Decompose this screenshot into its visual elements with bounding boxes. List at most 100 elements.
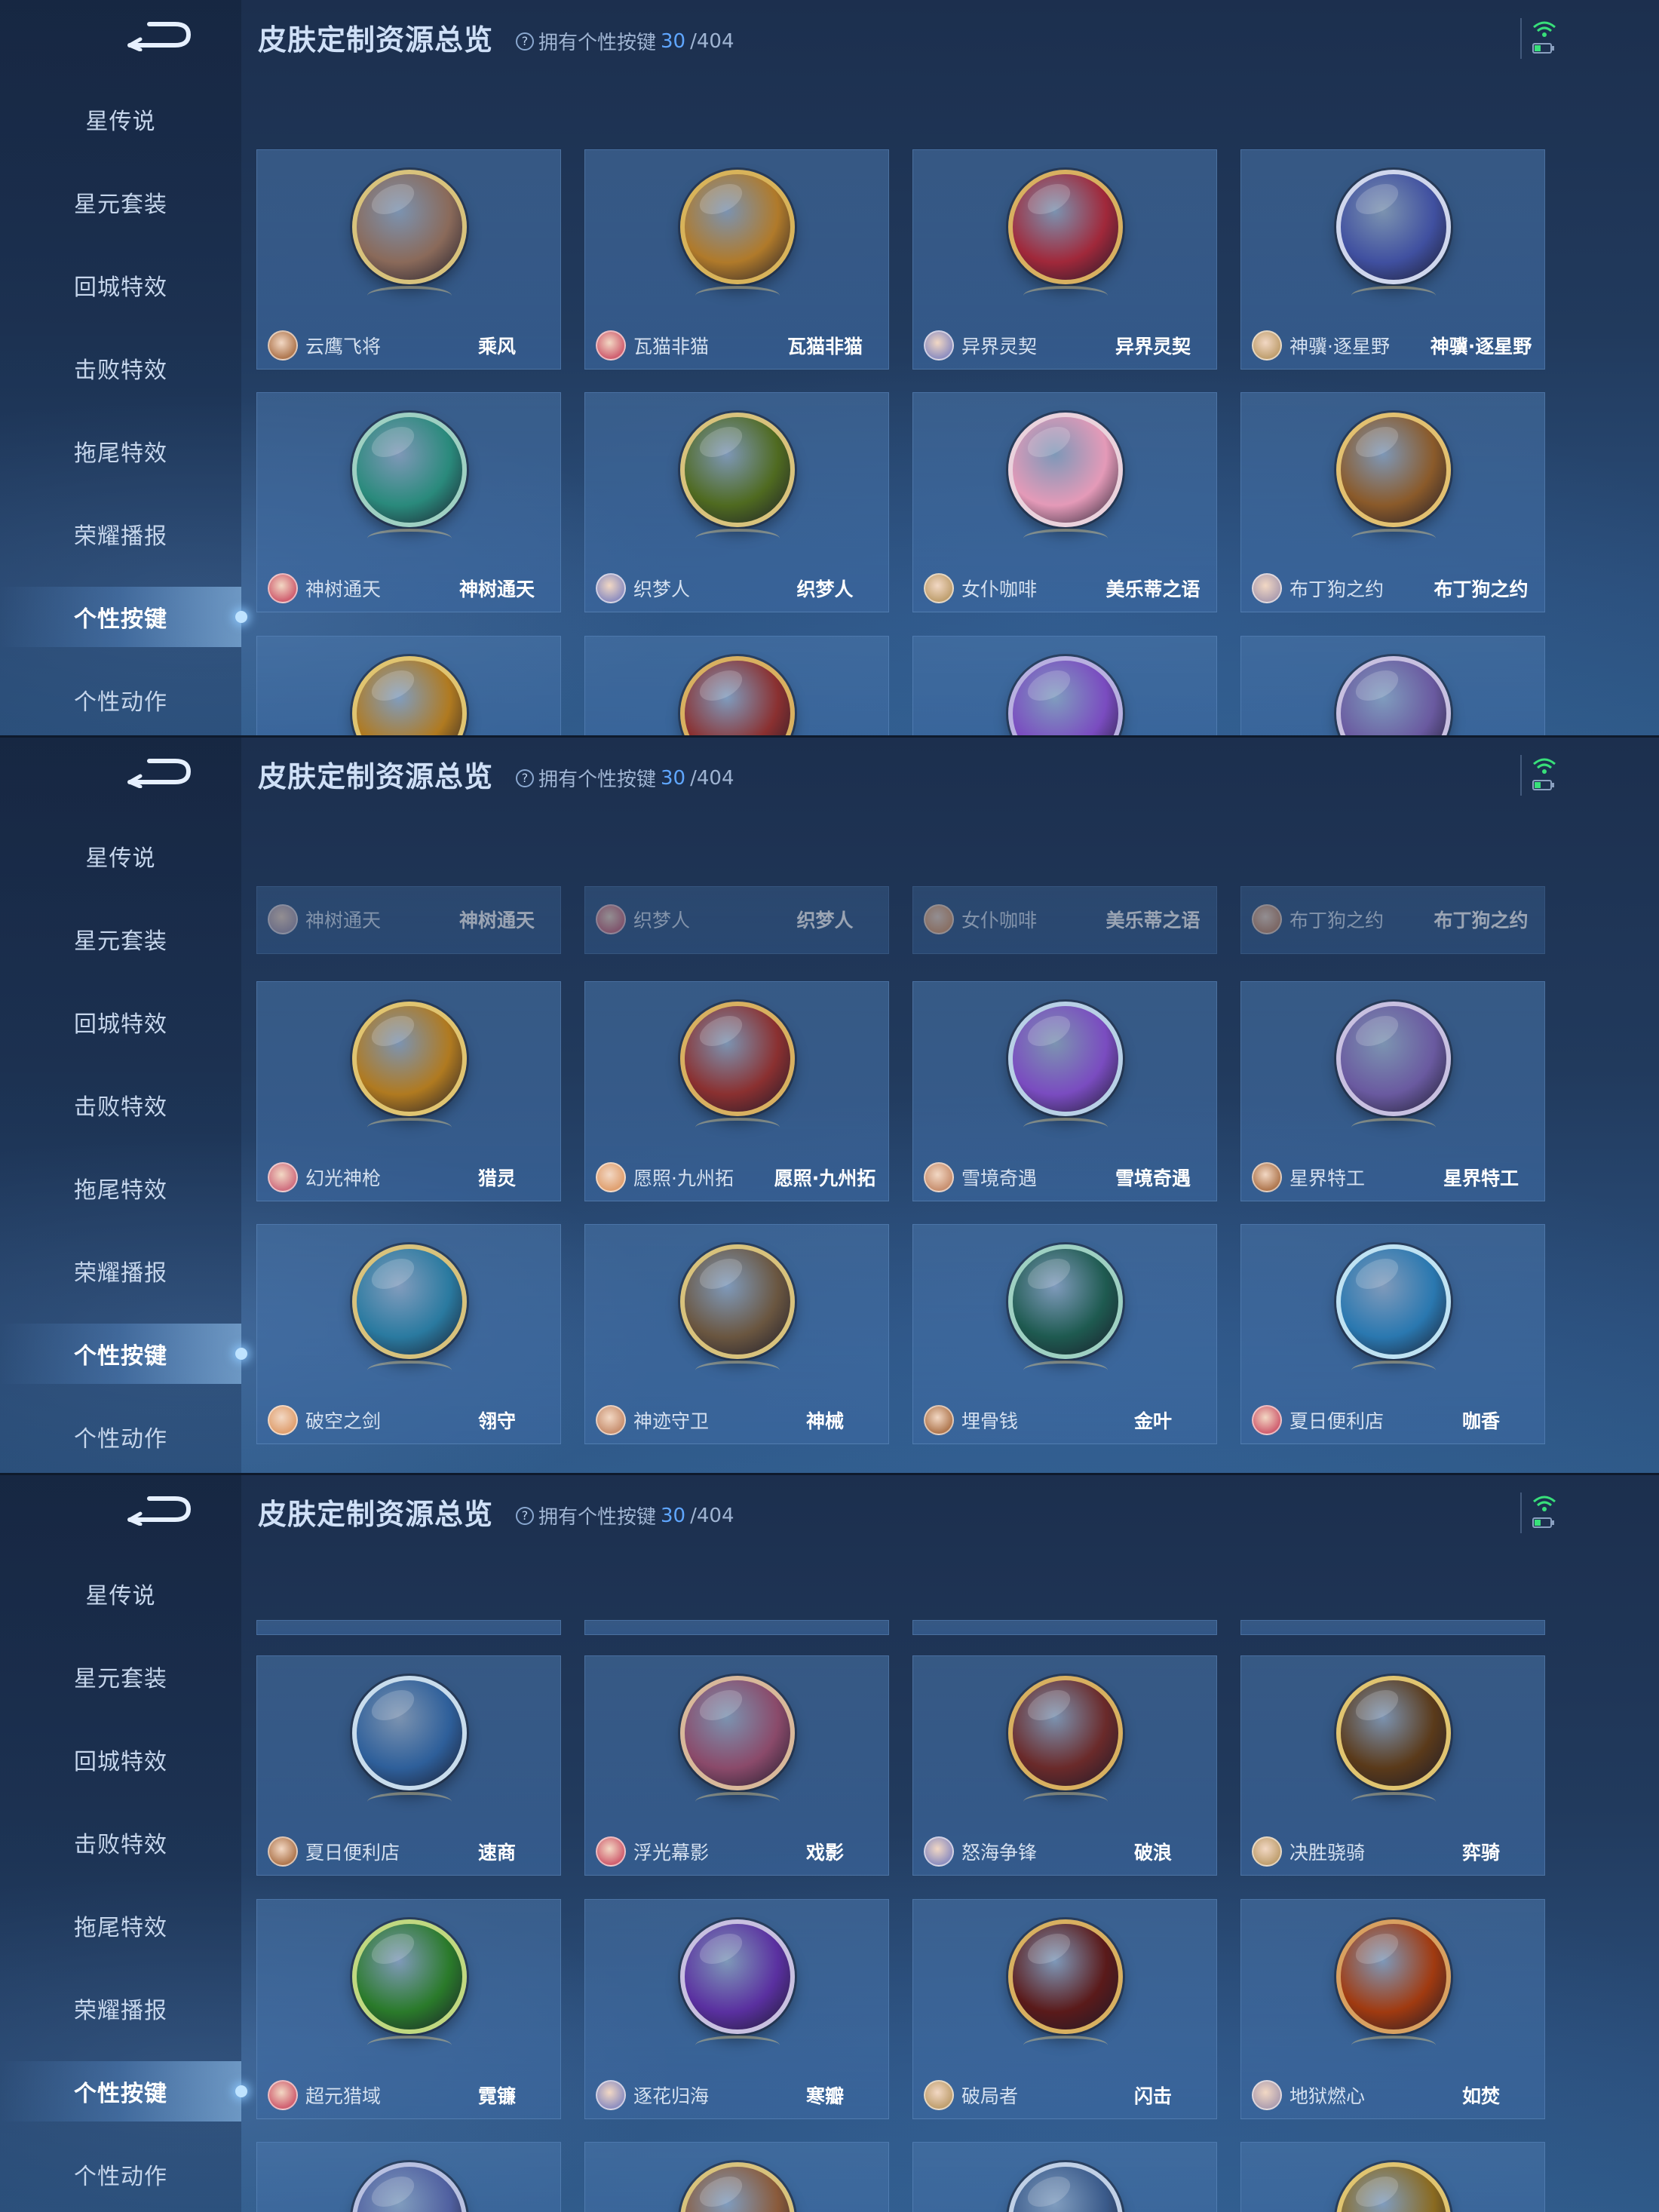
wifi-icon bbox=[1533, 21, 1556, 37]
icon-reflection bbox=[695, 529, 780, 548]
skin-card[interactable] bbox=[256, 636, 561, 737]
skin-card[interactable]: 女仆咖啡 美乐蒂之语 bbox=[912, 886, 1217, 954]
skin-card[interactable] bbox=[1240, 1620, 1545, 1635]
sidebar-item[interactable]: 回城特效 bbox=[0, 255, 241, 315]
skin-card[interactable]: 浮光幕影 戏影 bbox=[584, 1655, 889, 1876]
skin-card[interactable] bbox=[912, 1620, 1217, 1635]
sidebar-item[interactable]: 荣耀播报 bbox=[0, 504, 241, 564]
sidebar-item[interactable]: 荣耀播报 bbox=[0, 1978, 241, 2039]
sidebar-item[interactable]: 个性动作 bbox=[0, 670, 241, 730]
back-button[interactable] bbox=[121, 15, 196, 53]
battery-icon bbox=[1532, 43, 1554, 54]
skin-card[interactable]: 女仆咖啡 美乐蒂之语 bbox=[912, 392, 1217, 612]
skin-card[interactable]: 织梦人 织梦人 bbox=[584, 392, 889, 612]
sidebar-item[interactable]: 荣耀播报 bbox=[0, 1241, 241, 1301]
sidebar-item[interactable]: 个性按键 bbox=[0, 1324, 247, 1384]
button-skin-icon bbox=[1008, 413, 1123, 527]
avatar bbox=[1252, 1405, 1282, 1435]
skin-card[interactable]: 神迹守卫 神械 bbox=[584, 1224, 889, 1444]
skin-card[interactable]: 破局者 闪击 bbox=[912, 1899, 1217, 2119]
question-icon[interactable]: ? bbox=[516, 32, 534, 51]
sidebar-item[interactable]: 星传说 bbox=[0, 826, 241, 886]
button-skin-icon bbox=[1336, 656, 1451, 737]
skin-card[interactable] bbox=[912, 636, 1217, 737]
skin-card[interactable] bbox=[256, 1620, 561, 1635]
skin-card[interactable]: 神骥·逐星野 神骥·逐星野 bbox=[1240, 149, 1545, 370]
skin-card[interactable]: 超元猎域 霓镰 bbox=[256, 1899, 561, 2119]
sidebar-item[interactable]: 星元套装 bbox=[0, 172, 241, 232]
skin-card[interactable]: 神树通天 神树通天 bbox=[256, 392, 561, 612]
icon-reflection bbox=[1351, 1361, 1436, 1380]
sidebar-item[interactable]: 星元套装 bbox=[0, 909, 241, 969]
sidebar-item-label: 回城特效 bbox=[74, 275, 167, 301]
skin-card[interactable]: 异界灵契 异界灵契 bbox=[912, 149, 1217, 370]
skin-card[interactable]: 埋骨钱 金叶 bbox=[912, 1224, 1217, 1444]
status-area bbox=[1520, 18, 1558, 59]
owned-prefix: 拥有个性按键 bbox=[538, 1506, 657, 1529]
skin-card[interactable]: 星界特工 星界特工 bbox=[1240, 981, 1545, 1201]
card-info: 逐花归海 寒瓣 bbox=[585, 2072, 888, 2118]
skin-card[interactable]: 夏日便利店 咖香 bbox=[1240, 1224, 1545, 1444]
skin-card[interactable] bbox=[256, 2142, 561, 2212]
skin-card[interactable]: 织梦人 织梦人 bbox=[584, 886, 889, 954]
button-skin-icon bbox=[1336, 1676, 1451, 1790]
sidebar-item[interactable]: 个性按键 bbox=[0, 587, 247, 647]
skin-card[interactable]: 决胜骁骑 弈骑 bbox=[1240, 1655, 1545, 1876]
sidebar-item[interactable]: 星元套装 bbox=[0, 1646, 241, 1707]
icon-reflection bbox=[367, 529, 452, 548]
avatar bbox=[596, 1836, 626, 1867]
skin-card[interactable] bbox=[912, 2142, 1217, 2212]
skin-card[interactable]: 雪境奇遇 雪境奇遇 bbox=[912, 981, 1217, 1201]
button-name: 瓦猫非猫 bbox=[787, 336, 863, 357]
sidebar-item[interactable]: 星传说 bbox=[0, 1563, 241, 1624]
sidebar-item[interactable]: 击败特效 bbox=[0, 1075, 241, 1135]
skin-card[interactable]: 怒海争锋 破浪 bbox=[912, 1655, 1217, 1876]
skin-card[interactable] bbox=[584, 2142, 889, 2212]
question-icon[interactable]: ? bbox=[516, 769, 534, 787]
card-info: 怒海争锋 破浪 bbox=[913, 1828, 1216, 1875]
sidebar-item[interactable]: 拖尾特效 bbox=[0, 1895, 241, 1956]
button-skin-icon bbox=[1008, 1244, 1123, 1359]
back-arrow-icon bbox=[127, 1496, 192, 1526]
skin-card[interactable]: 幻光神枪 猎灵 bbox=[256, 981, 561, 1201]
skin-card[interactable]: 云鹰飞将 乘风 bbox=[256, 149, 561, 370]
skin-card[interactable]: 破空之剑 翎守 bbox=[256, 1224, 561, 1444]
back-button[interactable] bbox=[121, 1489, 196, 1527]
icon-reflection bbox=[1351, 2036, 1436, 2055]
button-skin-icon bbox=[352, 1919, 467, 2034]
sidebar-item[interactable]: 个性动作 bbox=[0, 1407, 241, 1467]
skin-card[interactable]: 布丁狗之约 布丁狗之约 bbox=[1240, 392, 1545, 612]
skin-card[interactable]: 愿照·九州拓 愿照·九州拓 bbox=[584, 981, 889, 1201]
card-info: 雪境奇遇 雪境奇遇 bbox=[913, 1154, 1216, 1201]
sidebar-item[interactable]: 拖尾特效 bbox=[0, 1158, 241, 1218]
skin-card[interactable] bbox=[584, 1620, 889, 1635]
skin-card[interactable]: 瓦猫非猫 瓦猫非猫 bbox=[584, 149, 889, 370]
skin-card[interactable]: 地狱燃心 如焚 bbox=[1240, 1899, 1545, 2119]
question-icon[interactable]: ? bbox=[516, 1506, 534, 1525]
screenshot-divider bbox=[0, 735, 1659, 738]
skin-card[interactable] bbox=[1240, 636, 1545, 737]
button-name: 织梦人 bbox=[796, 578, 854, 600]
sidebar-item[interactable]: 个性按键 bbox=[0, 2061, 247, 2121]
sidebar-item[interactable]: 回城特效 bbox=[0, 992, 241, 1052]
back-button[interactable] bbox=[121, 752, 196, 790]
hero-skin-name: 神骥·逐星野 bbox=[1289, 336, 1390, 357]
skin-card[interactable]: 神树通天 神树通天 bbox=[256, 886, 561, 954]
skin-card[interactable] bbox=[584, 636, 889, 737]
sidebar-item[interactable]: 拖尾特效 bbox=[0, 421, 241, 481]
sidebar-item[interactable]: 击败特效 bbox=[0, 1812, 241, 1873]
sidebar-item[interactable]: 回城特效 bbox=[0, 1729, 241, 1790]
avatar bbox=[596, 1162, 626, 1192]
skin-card[interactable]: 夏日便利店 速商 bbox=[256, 1655, 561, 1876]
hero-skin-name: 逐花归海 bbox=[633, 2085, 710, 2107]
hero-skin-name: 夏日便利店 bbox=[1289, 1410, 1385, 1432]
hero-skin-name: 怒海争锋 bbox=[961, 1842, 1038, 1864]
skin-card[interactable] bbox=[1240, 2142, 1545, 2212]
sidebar-item[interactable]: 个性动作 bbox=[0, 2144, 241, 2204]
button-skin-icon bbox=[680, 1002, 795, 1116]
skin-card[interactable]: 逐花归海 寒瓣 bbox=[584, 1899, 889, 2119]
sidebar-item[interactable]: 击败特效 bbox=[0, 338, 241, 398]
sidebar-item[interactable]: 星传说 bbox=[0, 89, 241, 149]
skin-card[interactable]: 布丁狗之约 布丁狗之约 bbox=[1240, 886, 1545, 954]
hero-skin-name: 神迹守卫 bbox=[633, 1410, 710, 1432]
